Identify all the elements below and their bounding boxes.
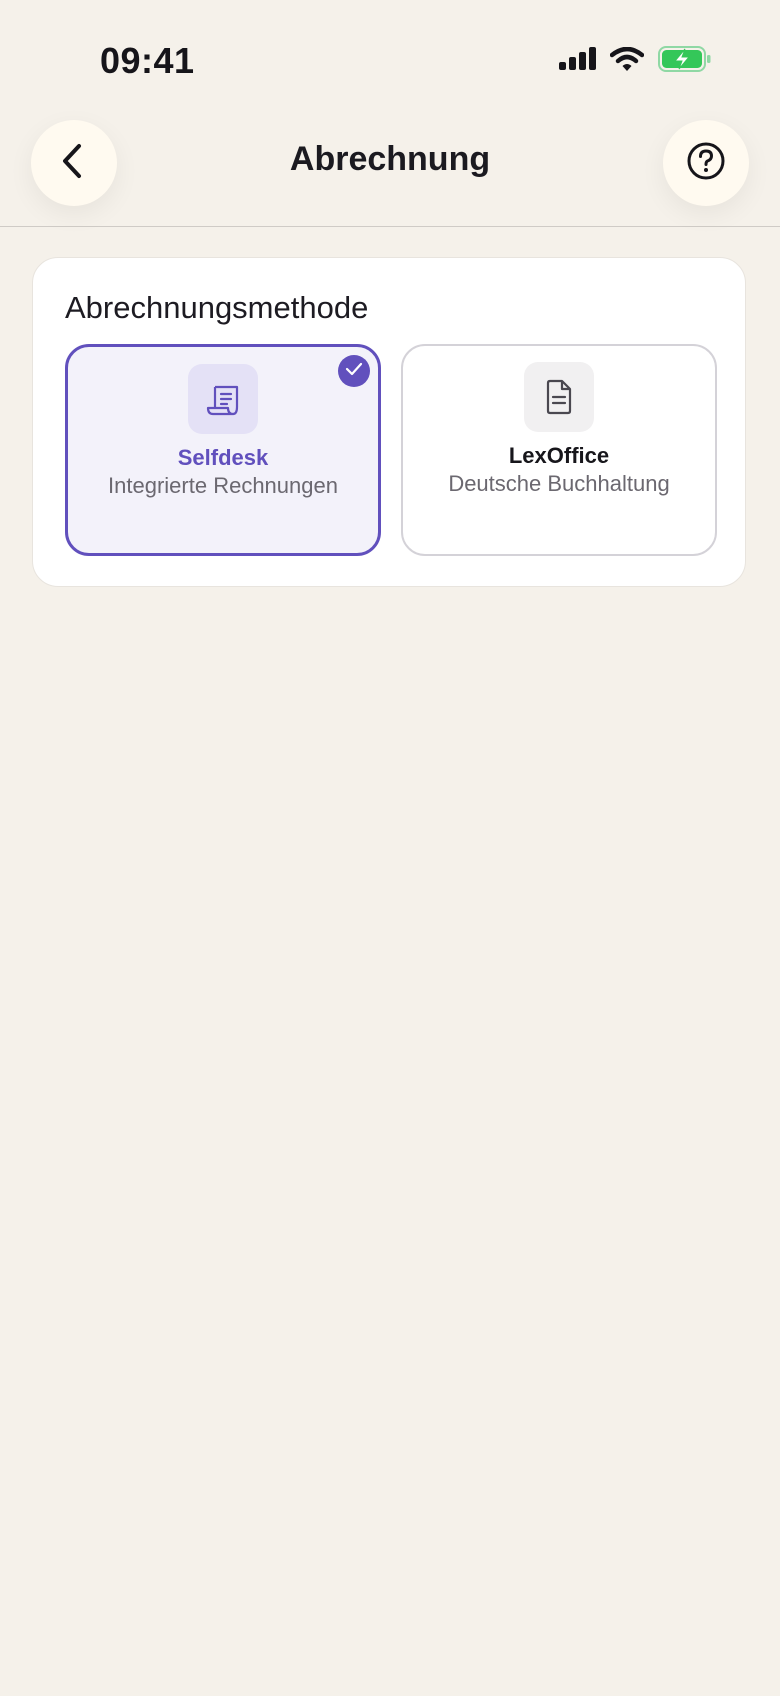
status-icons bbox=[558, 46, 712, 77]
option-name: LexOffice bbox=[508, 443, 610, 468]
option-description: Deutsche Buchhaltung bbox=[448, 471, 670, 496]
option-description: Integrierte Rechnungen bbox=[108, 473, 338, 498]
document-icon bbox=[524, 362, 594, 432]
option-name: Selfdesk bbox=[177, 445, 269, 470]
battery-charging-icon bbox=[658, 46, 712, 77]
question-circle-icon bbox=[686, 141, 726, 186]
billing-method-card: Abrechnungsmethode Selfdesk Integrierte … bbox=[32, 257, 746, 587]
status-bar: 09:41 bbox=[0, 0, 780, 120]
status-time: 09:41 bbox=[100, 40, 195, 81]
billing-option-lexoffice[interactable]: LexOffice Deutsche Buchhaltung bbox=[401, 344, 717, 556]
section-title: Abrechnungsmethode bbox=[65, 290, 369, 325]
help-button[interactable] bbox=[663, 120, 749, 206]
receipt-icon bbox=[188, 364, 258, 434]
selected-check-badge bbox=[338, 355, 370, 387]
billing-option-selfdesk[interactable]: Selfdesk Integrierte Rechnungen bbox=[65, 344, 381, 556]
navigation-bar: Abrechnung bbox=[0, 120, 780, 227]
cellular-signal-icon bbox=[558, 47, 596, 76]
checkmark-icon bbox=[345, 362, 363, 381]
wifi-icon bbox=[609, 46, 645, 76]
